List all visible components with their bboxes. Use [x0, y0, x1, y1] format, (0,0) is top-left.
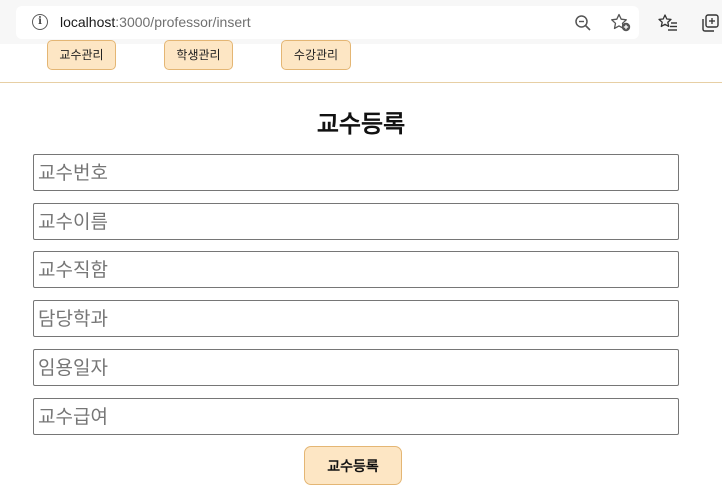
department-input[interactable]	[33, 300, 679, 337]
nav-professor-management-button[interactable]: 교수관리	[47, 40, 116, 70]
info-icon[interactable]: i	[32, 14, 48, 30]
nav-student-management-button[interactable]: 학생관리	[164, 40, 233, 70]
professor-number-input[interactable]	[33, 154, 679, 191]
url-path: :3000/professor/insert	[115, 14, 251, 30]
browser-toolbar: i localhost:3000/professor/insert	[0, 0, 722, 44]
address-bar[interactable]: i localhost:3000/professor/insert	[16, 6, 639, 39]
collections-icon[interactable]	[702, 14, 722, 32]
zoom-out-icon[interactable]	[574, 14, 592, 32]
url-host: localhost	[60, 14, 116, 30]
top-nav: 교수관리 학생관리 수강관리	[0, 40, 722, 83]
register-professor-button[interactable]: 교수등록	[304, 446, 402, 485]
add-favorite-icon[interactable]	[610, 13, 632, 33]
appointment-date-input[interactable]	[33, 349, 679, 386]
professor-title-input[interactable]	[33, 251, 679, 288]
nav-course-management-button[interactable]: 수강관리	[281, 40, 351, 70]
page-content: 교수관리 학생관리 수강관리 교수등록 교수등록	[0, 40, 722, 487]
url-text[interactable]: localhost:3000/professor/insert	[60, 14, 251, 30]
favorites-list-icon[interactable]	[658, 14, 678, 32]
page-title: 교수등록	[316, 110, 406, 138]
professor-name-input[interactable]	[33, 203, 679, 240]
professor-salary-input[interactable]	[33, 398, 679, 435]
